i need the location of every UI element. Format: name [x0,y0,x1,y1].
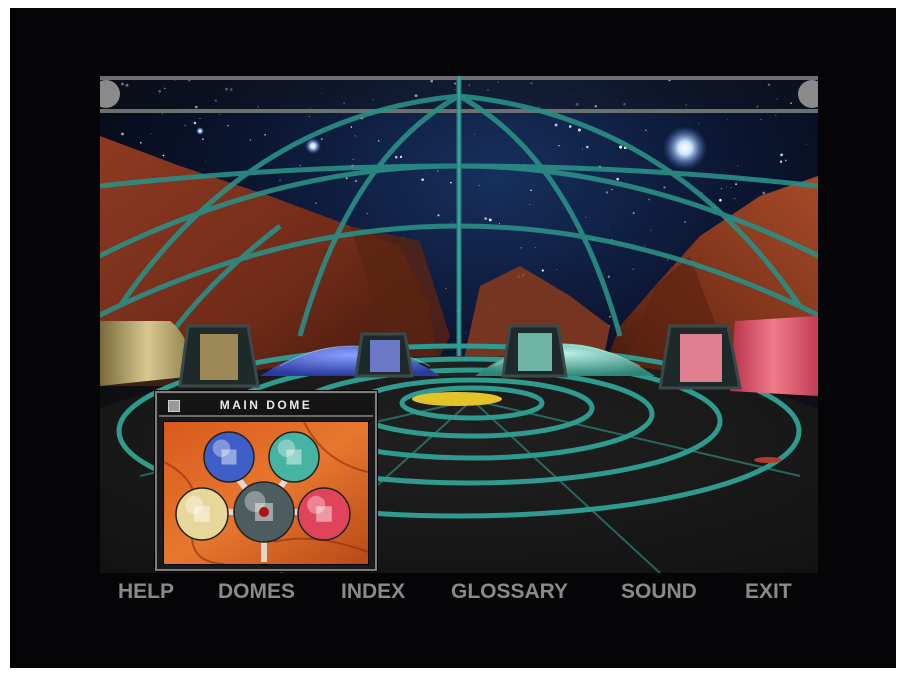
teal-dome[interactable] [268,431,320,483]
red-dome[interactable] [297,487,351,541]
sound-button[interactable]: SOUND [621,580,697,604]
glossary-button[interactable]: GLOSSARY [451,580,568,604]
current-location-marker [259,507,269,517]
blue-dome[interactable] [203,431,255,483]
exit-button[interactable]: EXIT [745,580,792,604]
main-menu: HELP DOMES INDEX GLOSSARY SOUND EXIT [100,580,818,612]
help-button[interactable]: HELP [118,580,174,604]
minimap-title-bar: MAIN DOME [159,395,373,417]
domes-button[interactable]: DOMES [218,580,295,604]
index-button[interactable]: INDEX [341,580,405,604]
main-dome-minimap[interactable]: MAIN DOME [155,391,377,571]
gold-dome[interactable] [175,487,229,541]
minimap-map[interactable] [163,421,369,565]
minimap-title: MAIN DOME [219,398,313,412]
